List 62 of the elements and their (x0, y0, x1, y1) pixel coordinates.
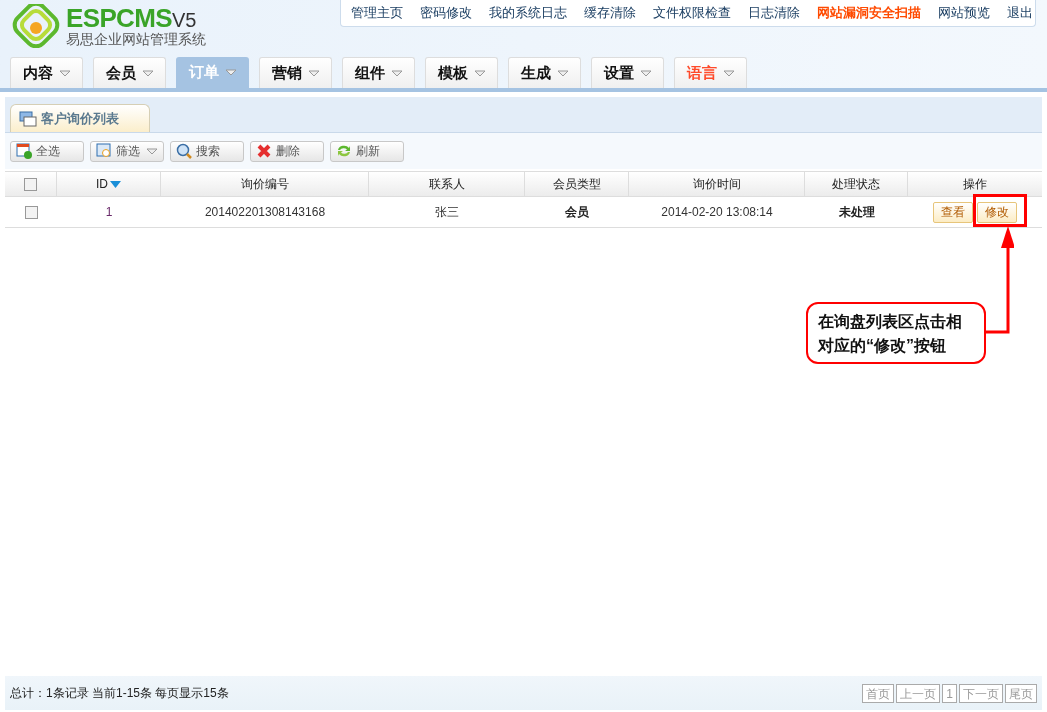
nav-tab[interactable]: 生成 (508, 57, 581, 88)
caret-icon (473, 69, 486, 77)
table-cell-text: 1 (105, 204, 113, 221)
top-menu-link[interactable]: 我的系统日志 (489, 3, 567, 23)
top-menu-link[interactable]: 密码修改 (420, 3, 472, 23)
action-button[interactable]: 修改 (977, 201, 1017, 223)
toolbar-button[interactable]: 筛选 (90, 140, 164, 162)
toolbar-button[interactable]: 搜索 (170, 140, 244, 162)
nav-tab[interactable]: 会员 (93, 57, 166, 88)
top-menu-link[interactable]: 管理主页 (351, 3, 403, 23)
checkbox[interactable] (24, 177, 37, 191)
caret-icon (722, 69, 735, 77)
top-menu-link[interactable]: 退出 (1007, 3, 1033, 23)
toolbar-button[interactable]: 刷新 (330, 140, 404, 162)
toolbar-button[interactable]: 全选 (10, 140, 84, 162)
caret-icon (639, 69, 652, 77)
logo-subtitle: 易思企业网站管理系统 (66, 31, 206, 47)
table-cell-text: 201402201308143168 (204, 204, 326, 221)
table-plus-icon (16, 143, 32, 159)
caret-icon (390, 69, 403, 77)
column-header: 询价时间 (692, 176, 741, 193)
column-header: 处理状态 (832, 176, 880, 193)
record-summary: 总计：1条记录 当前1-15条 每页显示15条 (10, 685, 229, 702)
cross-icon (256, 143, 272, 159)
table-cell-text: 未处理 (838, 204, 875, 221)
caret-icon (224, 69, 237, 76)
nav-tab[interactable]: 内容 (10, 57, 83, 88)
top-menu-link[interactable]: 网站预览 (938, 3, 990, 23)
column-header[interactable]: ID (96, 175, 108, 193)
version-label: V5 (171, 9, 197, 31)
brand-name: ESPCMS (66, 5, 172, 31)
caret-icon (141, 69, 154, 77)
column-header: 询价编号 (240, 176, 289, 193)
column-header: 联系人 (428, 176, 465, 193)
search-icon (176, 143, 192, 159)
caret-icon (307, 69, 320, 77)
column-header: 操作 (963, 176, 987, 193)
window-icon (19, 110, 37, 127)
nav-tab[interactable]: 设置 (591, 57, 664, 88)
top-menu-link[interactable]: 日志清除 (748, 3, 800, 23)
table-cell-text: 张三 (435, 204, 459, 221)
column-header: 会员类型 (552, 176, 601, 193)
refresh-icon (336, 143, 352, 159)
nav-tab[interactable]: 组件 (342, 57, 415, 88)
nav-tab[interactable]: 模板 (425, 57, 498, 88)
magnifier-window-icon (96, 143, 112, 159)
row-checkbox[interactable] (24, 205, 38, 219)
top-menu-link[interactable]: 文件权限检查 (653, 3, 731, 23)
toolbar-button[interactable]: 删除 (250, 140, 324, 162)
caret-icon (146, 147, 158, 155)
panel-tab[interactable]: 客户询价列表 (10, 104, 150, 132)
caret-icon (556, 69, 569, 77)
caret-icon (58, 69, 71, 77)
action-button[interactable]: 查看 (933, 201, 973, 223)
sort-down-icon[interactable] (110, 180, 121, 188)
logo-icon (10, 4, 62, 48)
table-cell-text: 2014-02-20 13:08:14 (661, 204, 773, 221)
callout-note: 在询盘列表区点击相对应的“修改”按钮 (806, 302, 986, 364)
nav-tab[interactable]: 营销 (259, 57, 332, 88)
highlight-frame (973, 194, 1027, 227)
top-menu-link[interactable]: 缓存清除 (584, 3, 636, 23)
table-cell-text: 会员 (565, 204, 589, 221)
